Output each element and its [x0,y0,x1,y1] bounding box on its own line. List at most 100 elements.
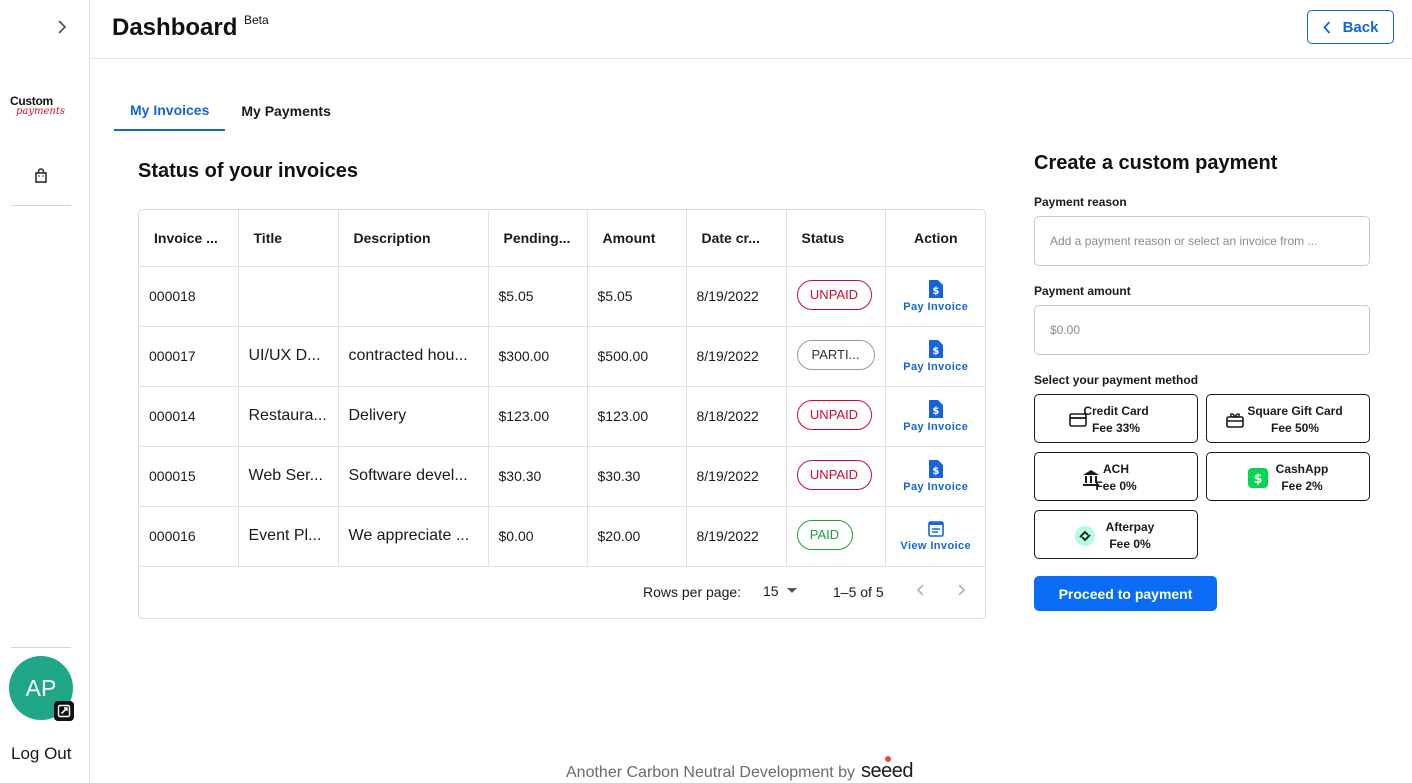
invoices-section-title: Status of your invoices [138,160,359,182]
status-badge: UNPAID [796,279,872,310]
proceed-to-payment-button[interactable]: Proceed to payment [1034,576,1217,611]
shopping-bag-icon [35,168,47,183]
cell-description: Delivery [338,386,489,447]
invoice-dollar-icon: $ [928,280,943,298]
rows-per-page-label: Rows per page: [643,584,742,600]
column-header-title[interactable]: Title [238,210,339,267]
cell-date: 8/19/2022 [686,506,787,567]
cell-invoice: 000015 [139,446,239,507]
table-row[interactable]: 000018 $5.05 $5.05 8/19/2022 UNPAID $ Pa… [139,266,985,327]
cell-action: $ Pay Invoice [885,446,985,507]
status-badge: UNPAID [796,399,872,430]
tab-my-payments[interactable]: My Payments [225,90,346,131]
status-badge: PAID [796,519,853,550]
payment-reason-input[interactable]: Add a payment reason or select an invoic… [1034,216,1370,266]
column-header-date[interactable]: Date cr... [686,210,787,267]
logo-line-2: payments [16,106,66,117]
rows-per-page-select[interactable]: 15 [763,583,797,599]
cell-title: Event Pl... [238,506,339,567]
seeed-logo-text: seeed [861,760,914,782]
chevron-left-icon [1322,20,1330,34]
payment-method-label: Select your payment method [1034,373,1199,387]
shopping-bag-button[interactable] [32,167,50,185]
chevron-left-icon [916,584,924,596]
page-title: Dashboard [112,14,238,41]
payment-method-fee: Fee 0% [1109,537,1151,551]
cell-title: Web Ser... [238,446,339,507]
column-header-amount[interactable]: Amount [587,210,687,267]
pay-invoice-label: Pay Invoice [903,361,969,373]
table-row[interactable]: 000015 Web Ser... Software devel... $30.… [139,446,985,507]
cell-title: Restaura... [238,386,339,447]
svg-text:$: $ [932,286,939,297]
sidebar-divider [11,205,71,206]
back-button-label: Back [1342,18,1379,36]
logout-link[interactable]: Log Out [11,744,72,764]
cell-status: UNPAID [786,446,886,507]
cell-invoice: 000016 [139,506,239,567]
caret-down-icon [786,588,797,593]
cell-amount: $20.00 [587,506,687,567]
payment-method-name: Square Gift Card [1247,404,1343,418]
payment-reason-label: Payment reason [1034,195,1127,209]
cell-invoice: 000017 [139,326,239,387]
pay-invoice-button[interactable]: $ Pay Invoice [903,399,968,433]
payment-method-name: CashApp [1275,462,1329,476]
pay-invoice-button[interactable]: $ Pay Invoice [903,339,968,373]
invoice-dollar-icon: $ [928,460,943,478]
edit-icon [57,704,71,718]
avatar-initials: AP [25,674,57,701]
tab-my-invoices[interactable]: My Invoices [114,90,226,131]
payment-method-afterpay[interactable]: Afterpay Fee 0% [1034,510,1198,559]
cell-title: UI/UX D... [238,326,339,387]
cell-description: We appreciate ... [338,506,489,567]
payment-method-credit-card[interactable]: Credit Card Fee 33% [1034,394,1198,443]
previous-page-button[interactable] [915,582,927,601]
column-header-invoice[interactable]: Invoice ... [139,210,239,267]
pay-invoice-button[interactable]: $ Pay Invoice [903,459,968,493]
svg-text:$: $ [932,466,939,477]
seeed-logo[interactable]: seeed [861,756,914,783]
next-page-button[interactable] [955,582,967,601]
svg-text:$: $ [932,406,939,417]
pay-invoice-label: Pay Invoice [903,481,969,493]
cell-amount: $500.00 [587,326,687,387]
payment-method-square-gift-card[interactable]: Square Gift Card Fee 50% [1206,394,1370,443]
column-header-pending[interactable]: Pending... [488,210,588,267]
table-row[interactable]: 000014 Restaura... Delivery $123.00 $123… [139,386,985,447]
cell-description: contracted hou... [338,326,489,387]
payment-method-name: ACH [1103,462,1129,476]
chevron-right-icon [58,20,67,34]
cell-amount: $30.30 [587,446,687,507]
pay-invoice-label: Pay Invoice [903,421,969,433]
footer: Another Carbon Neutral Development by se… [566,756,914,783]
status-badge: PARTI... [796,339,875,370]
column-header-status[interactable]: Status [786,210,886,267]
payment-method-cashapp[interactable]: $ CashApp Fee 2% [1206,452,1370,501]
cell-action: View Invoice [885,506,985,567]
expand-sidebar-button[interactable] [52,17,72,37]
cell-pending: $300.00 [488,326,588,387]
back-button[interactable]: Back [1307,10,1394,44]
view-invoice-button[interactable]: View Invoice [900,520,971,552]
document-icon [927,521,944,537]
cell-amount: $5.05 [587,266,687,327]
edit-profile-button[interactable] [54,701,74,721]
cell-amount: $123.00 [587,386,687,447]
cell-description: Software devel... [338,446,489,507]
custom-payment-title: Create a custom payment [1034,152,1278,174]
column-header-description[interactable]: Description [338,210,489,267]
custom-payments-logo: Custom payments [10,95,72,121]
sidebar: Custom payments AP Log Out [0,0,90,783]
cell-invoice: 000014 [139,386,239,447]
cell-pending: $5.05 [488,266,588,327]
logo-dot [885,756,892,762]
table-row[interactable]: 000017 UI/UX D... contracted hou... $300… [139,326,985,387]
payment-method-ach[interactable]: ACH Fee 0% [1034,452,1198,501]
payment-method-fee: Fee 2% [1281,479,1323,493]
column-header-action[interactable]: Action [885,210,985,267]
cell-date: 8/19/2022 [686,446,787,507]
payment-amount-input[interactable]: $0.00 [1034,305,1370,355]
table-row[interactable]: 000016 Event Pl... We appreciate ... $0.… [139,506,985,567]
pay-invoice-button[interactable]: $ Pay Invoice [903,279,968,313]
